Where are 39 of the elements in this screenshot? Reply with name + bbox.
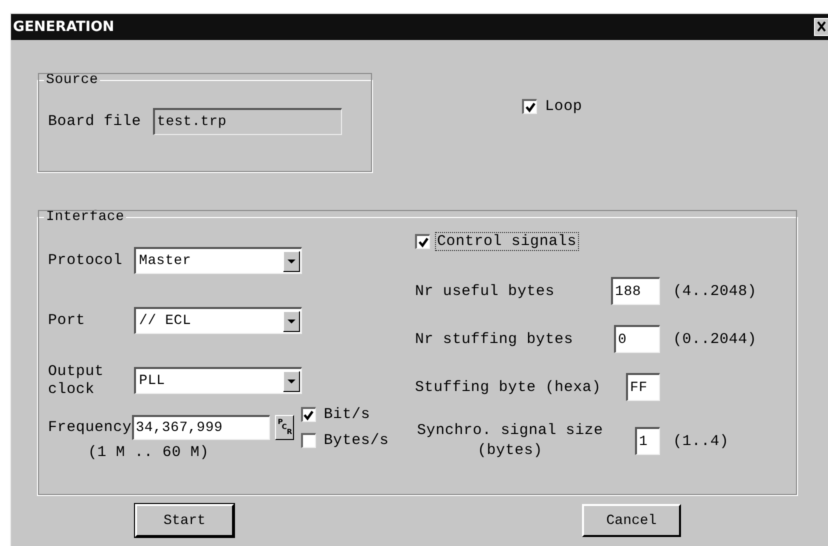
range-hint: (4..2048) <box>673 282 757 300</box>
board-file-field[interactable]: test.trp <box>153 108 342 135</box>
range-hint: (1..4) <box>673 432 730 450</box>
dropdown[interactable]: PLL <box>134 367 302 394</box>
group-title: Interface <box>45 209 126 225</box>
parameter-label: Synchro. signal size (bytes) <box>416 421 604 461</box>
unit-checkbox[interactable] <box>300 407 316 422</box>
parameter-field[interactable]: FF <box>626 373 660 401</box>
window-title: GENERATION <box>13 19 114 35</box>
frequency-label: Frequency <box>48 419 132 436</box>
unit-label: Bytes/s <box>324 432 389 449</box>
dropdown-arrow-icon[interactable] <box>283 310 300 332</box>
board-file-label: Board file <box>48 113 142 130</box>
dropdown-arrow-icon[interactable] <box>283 370 300 392</box>
group-title: Source <box>45 72 100 88</box>
dropdown[interactable]: Master <box>134 247 302 274</box>
parameter-field[interactable]: 188 <box>611 277 660 305</box>
parameter-label: Stuffing byte (hexa) <box>415 378 602 396</box>
loop-checkbox[interactable] <box>522 99 537 114</box>
dropdown[interactable]: // ECL <box>134 307 302 334</box>
parameter-label: Nr useful bytes <box>415 282 556 300</box>
loop-label: Loop <box>545 98 582 115</box>
combo-label: Port <box>48 312 86 330</box>
combo-label: Protocol <box>48 252 124 270</box>
control-signals-label: Control signals <box>436 233 578 250</box>
dialog-button[interactable]: Cancel <box>582 504 681 537</box>
range-hint: (0..2044) <box>673 330 757 348</box>
parameter-field[interactable]: 1 <box>635 427 660 455</box>
parameter-field[interactable]: 0 <box>614 325 660 353</box>
unit-label: Bit/s <box>324 406 370 423</box>
dialog-button[interactable]: Start <box>135 504 234 537</box>
combo-label: Output clock <box>48 362 105 398</box>
unit-checkbox[interactable] <box>300 433 316 448</box>
range-hint: (1 M .. 60 M) <box>88 444 210 461</box>
frequency-field[interactable]: 34,367,999 <box>132 415 270 440</box>
close-icon[interactable] <box>814 18 828 36</box>
control-signals-checkbox[interactable] <box>415 234 430 249</box>
dropdown-arrow-icon[interactable] <box>283 250 300 272</box>
parameter-label: Nr stuffing bytes <box>415 330 574 348</box>
